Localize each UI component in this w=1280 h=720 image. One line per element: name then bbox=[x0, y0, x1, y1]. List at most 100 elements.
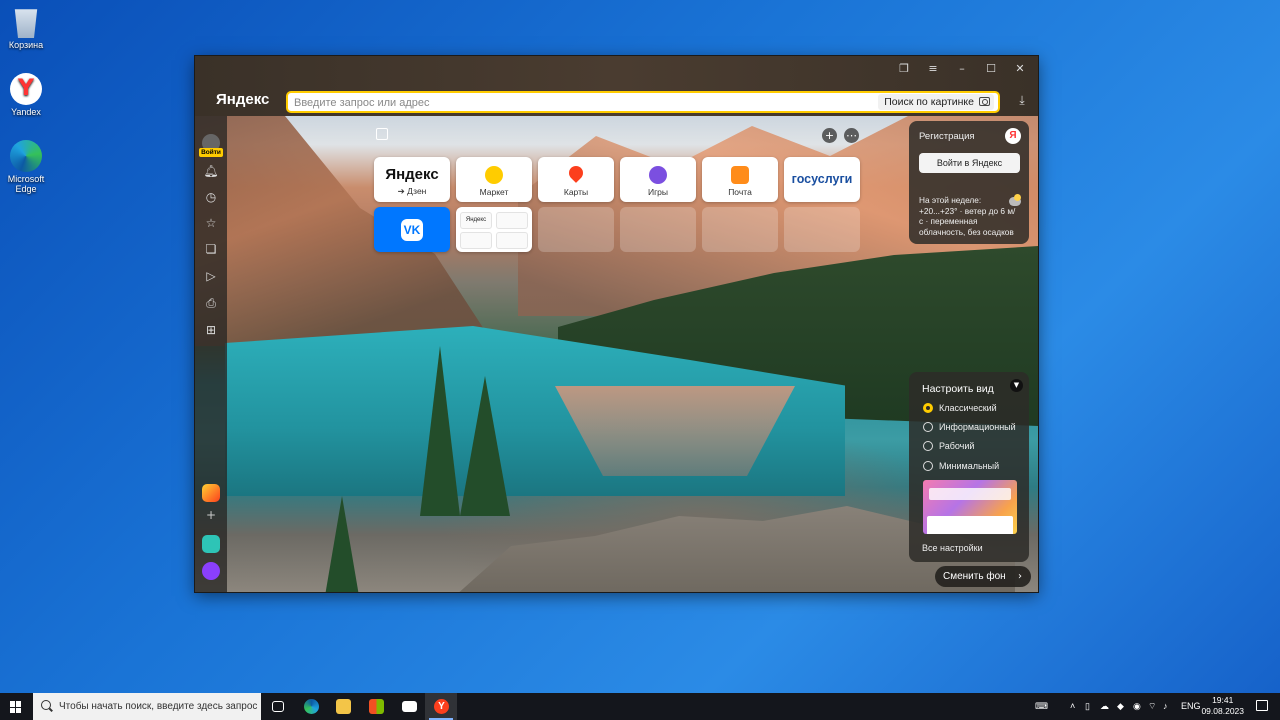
tile-market[interactable]: Маркет bbox=[456, 157, 532, 202]
screenshot-icon[interactable]: ⎙ bbox=[203, 295, 219, 311]
tile-mail[interactable]: Почта bbox=[702, 157, 778, 202]
address-bar[interactable]: Поиск по картинке bbox=[286, 91, 1000, 113]
tile-folder[interactable]: Яндекс bbox=[456, 207, 532, 252]
view-option-label: Рабочий bbox=[939, 441, 975, 451]
alice-assistant-icon[interactable] bbox=[202, 562, 220, 580]
desktop-icon-label: Корзина bbox=[8, 40, 44, 50]
taskbar: Чтобы начать поиск, введите здесь запрос… bbox=[0, 693, 1280, 720]
yandex-tray-icon[interactable]: ◉ bbox=[1133, 693, 1141, 720]
taskbar-store[interactable] bbox=[360, 693, 392, 720]
maximize-button[interactable]: ☐ bbox=[982, 61, 1000, 77]
taskbar-edge[interactable] bbox=[295, 693, 327, 720]
tile-games[interactable]: Игры bbox=[620, 157, 696, 202]
tile-label: Почта bbox=[728, 187, 752, 197]
browser-sidebar: Войти 🔔︎ ◷ ☆ ❏ ▷ ⎙ ⊞ + bbox=[195, 116, 227, 592]
change-background-button[interactable]: Сменить фон › bbox=[935, 566, 1031, 587]
search-icon bbox=[41, 700, 51, 710]
minimize-button[interactable]: – bbox=[953, 61, 971, 77]
tile-empty[interactable] bbox=[784, 207, 860, 252]
radio-icon bbox=[923, 440, 933, 451]
clock[interactable]: 19:41 09.08.2023 bbox=[1201, 695, 1244, 717]
network-icon[interactable]: ⌔ bbox=[1148, 693, 1156, 720]
market-icon bbox=[485, 166, 503, 184]
chevron-down-icon[interactable]: ▼ bbox=[1010, 379, 1023, 392]
yandex-browser-icon: Y bbox=[434, 699, 449, 714]
view-option-work[interactable]: Рабочий bbox=[923, 440, 974, 454]
add-app-icon[interactable]: + bbox=[203, 507, 219, 523]
all-settings-link[interactable]: Все настройки bbox=[922, 543, 983, 553]
tile-gosuslugi[interactable]: госуслуги bbox=[784, 157, 860, 202]
tile-empty[interactable] bbox=[620, 207, 696, 252]
weather-text[interactable]: На этой неделе: +20...+23° · ветер до 6 … bbox=[919, 195, 1019, 237]
chevron-up-icon[interactable]: ˄ bbox=[1070, 693, 1075, 720]
tile-empty[interactable] bbox=[538, 207, 614, 252]
yandex-logo[interactable]: Яндекс bbox=[216, 91, 269, 108]
language-indicator[interactable]: ENG bbox=[1181, 693, 1201, 720]
tile-vk[interactable]: VK bbox=[374, 207, 450, 252]
start-button[interactable] bbox=[0, 693, 32, 720]
touch-keyboard-icon[interactable]: ⌨ bbox=[1035, 693, 1048, 720]
view-settings-title: Настроить вид bbox=[922, 383, 994, 395]
onedrive-icon[interactable]: ☁ bbox=[1100, 693, 1109, 720]
folder-icon bbox=[336, 699, 351, 714]
collections-icon[interactable]: ❏ bbox=[203, 241, 219, 257]
history-icon[interactable]: ◷ bbox=[203, 189, 219, 205]
view-option-label: Классический bbox=[939, 403, 997, 413]
taskbar-explorer[interactable] bbox=[327, 693, 359, 720]
radio-icon bbox=[923, 460, 933, 471]
more-options-icon[interactable]: ⋯ bbox=[844, 128, 859, 143]
view-option-minimal[interactable]: Минимальный bbox=[923, 460, 999, 474]
volume-icon[interactable]: ♪ bbox=[1163, 693, 1168, 720]
address-input[interactable] bbox=[294, 95, 854, 111]
browser-toolbar: Яндекс Поиск по картинке ⤓ bbox=[195, 82, 1038, 116]
security-icon[interactable]: ◆ bbox=[1117, 693, 1124, 720]
tabs-icon[interactable]: ❐ bbox=[895, 61, 913, 77]
apps-icon[interactable]: ⊞ bbox=[203, 322, 219, 338]
star-icon[interactable]: ☆ bbox=[203, 215, 219, 231]
desktop-icon-recycle-bin[interactable]: Корзина bbox=[4, 6, 48, 50]
browser-window: ❐ ≡ – ☐ ✕ Яндекс Поиск по картинке ⤓ + ⋯ bbox=[195, 56, 1038, 592]
desktop-icon-edge[interactable]: Microsoft Edge bbox=[4, 140, 48, 194]
usb-icon[interactable]: ▯ bbox=[1085, 693, 1090, 720]
image-search-button[interactable]: Поиск по картинке bbox=[878, 94, 994, 110]
login-button[interactable]: Войти в Яндекс bbox=[919, 153, 1020, 173]
tabs-gallery-icon[interactable] bbox=[376, 128, 388, 140]
add-tile-icon[interactable]: + bbox=[822, 128, 837, 143]
taskbar-search[interactable]: Чтобы начать поиск, введите здесь запрос bbox=[33, 693, 261, 720]
download-icon[interactable]: ⤓ bbox=[1016, 93, 1028, 107]
clock-date: 09.08.2023 bbox=[1201, 706, 1244, 716]
messenger-app-icon[interactable] bbox=[202, 484, 220, 502]
view-option-label: Информационный bbox=[939, 422, 1016, 432]
task-view-button[interactable] bbox=[262, 693, 294, 720]
edge-icon bbox=[10, 140, 42, 172]
tile-empty[interactable] bbox=[702, 207, 778, 252]
mini-tile-games bbox=[460, 232, 492, 249]
taskbar-yandex[interactable]: Y bbox=[425, 693, 457, 720]
desktop-icon-label: Yandex bbox=[11, 107, 41, 117]
tile-yandex[interactable]: Яндекс ➔ Дзен bbox=[374, 157, 450, 202]
view-option-classic[interactable]: Классический bbox=[923, 402, 997, 416]
desktop-icon-yandex[interactable]: Yandex bbox=[4, 73, 48, 117]
title-bar[interactable]: ❐ ≡ – ☐ ✕ bbox=[195, 56, 1038, 82]
tile-maps[interactable]: Карты bbox=[538, 157, 614, 202]
notification-icon[interactable] bbox=[1256, 700, 1268, 711]
cloud-sun-icon bbox=[1009, 194, 1021, 206]
tile-label: Игры bbox=[647, 187, 669, 197]
play-store-app-icon[interactable] bbox=[202, 535, 220, 553]
clock-time: 19:41 bbox=[1212, 695, 1234, 705]
view-option-info[interactable]: Информационный bbox=[923, 421, 1016, 435]
menu-icon[interactable]: ≡ bbox=[924, 61, 942, 77]
register-link[interactable]: Регистрация bbox=[919, 131, 975, 142]
tile-title: госуслуги bbox=[791, 172, 853, 186]
radio-selected-icon bbox=[923, 402, 933, 413]
edge-icon bbox=[304, 699, 319, 714]
taskbar-mail[interactable] bbox=[393, 693, 425, 720]
yandex-browser-icon bbox=[10, 73, 42, 105]
close-button[interactable]: ✕ bbox=[1011, 61, 1029, 77]
view-option-label: Минимальный bbox=[939, 461, 1000, 471]
mini-tile-yandex: Яндекс bbox=[460, 212, 492, 229]
play-icon[interactable]: ▷ bbox=[203, 268, 219, 284]
mail-icon bbox=[731, 166, 749, 184]
bell-icon[interactable]: 🔔︎ bbox=[203, 163, 219, 179]
sidebar-login[interactable]: Войти bbox=[199, 148, 223, 157]
